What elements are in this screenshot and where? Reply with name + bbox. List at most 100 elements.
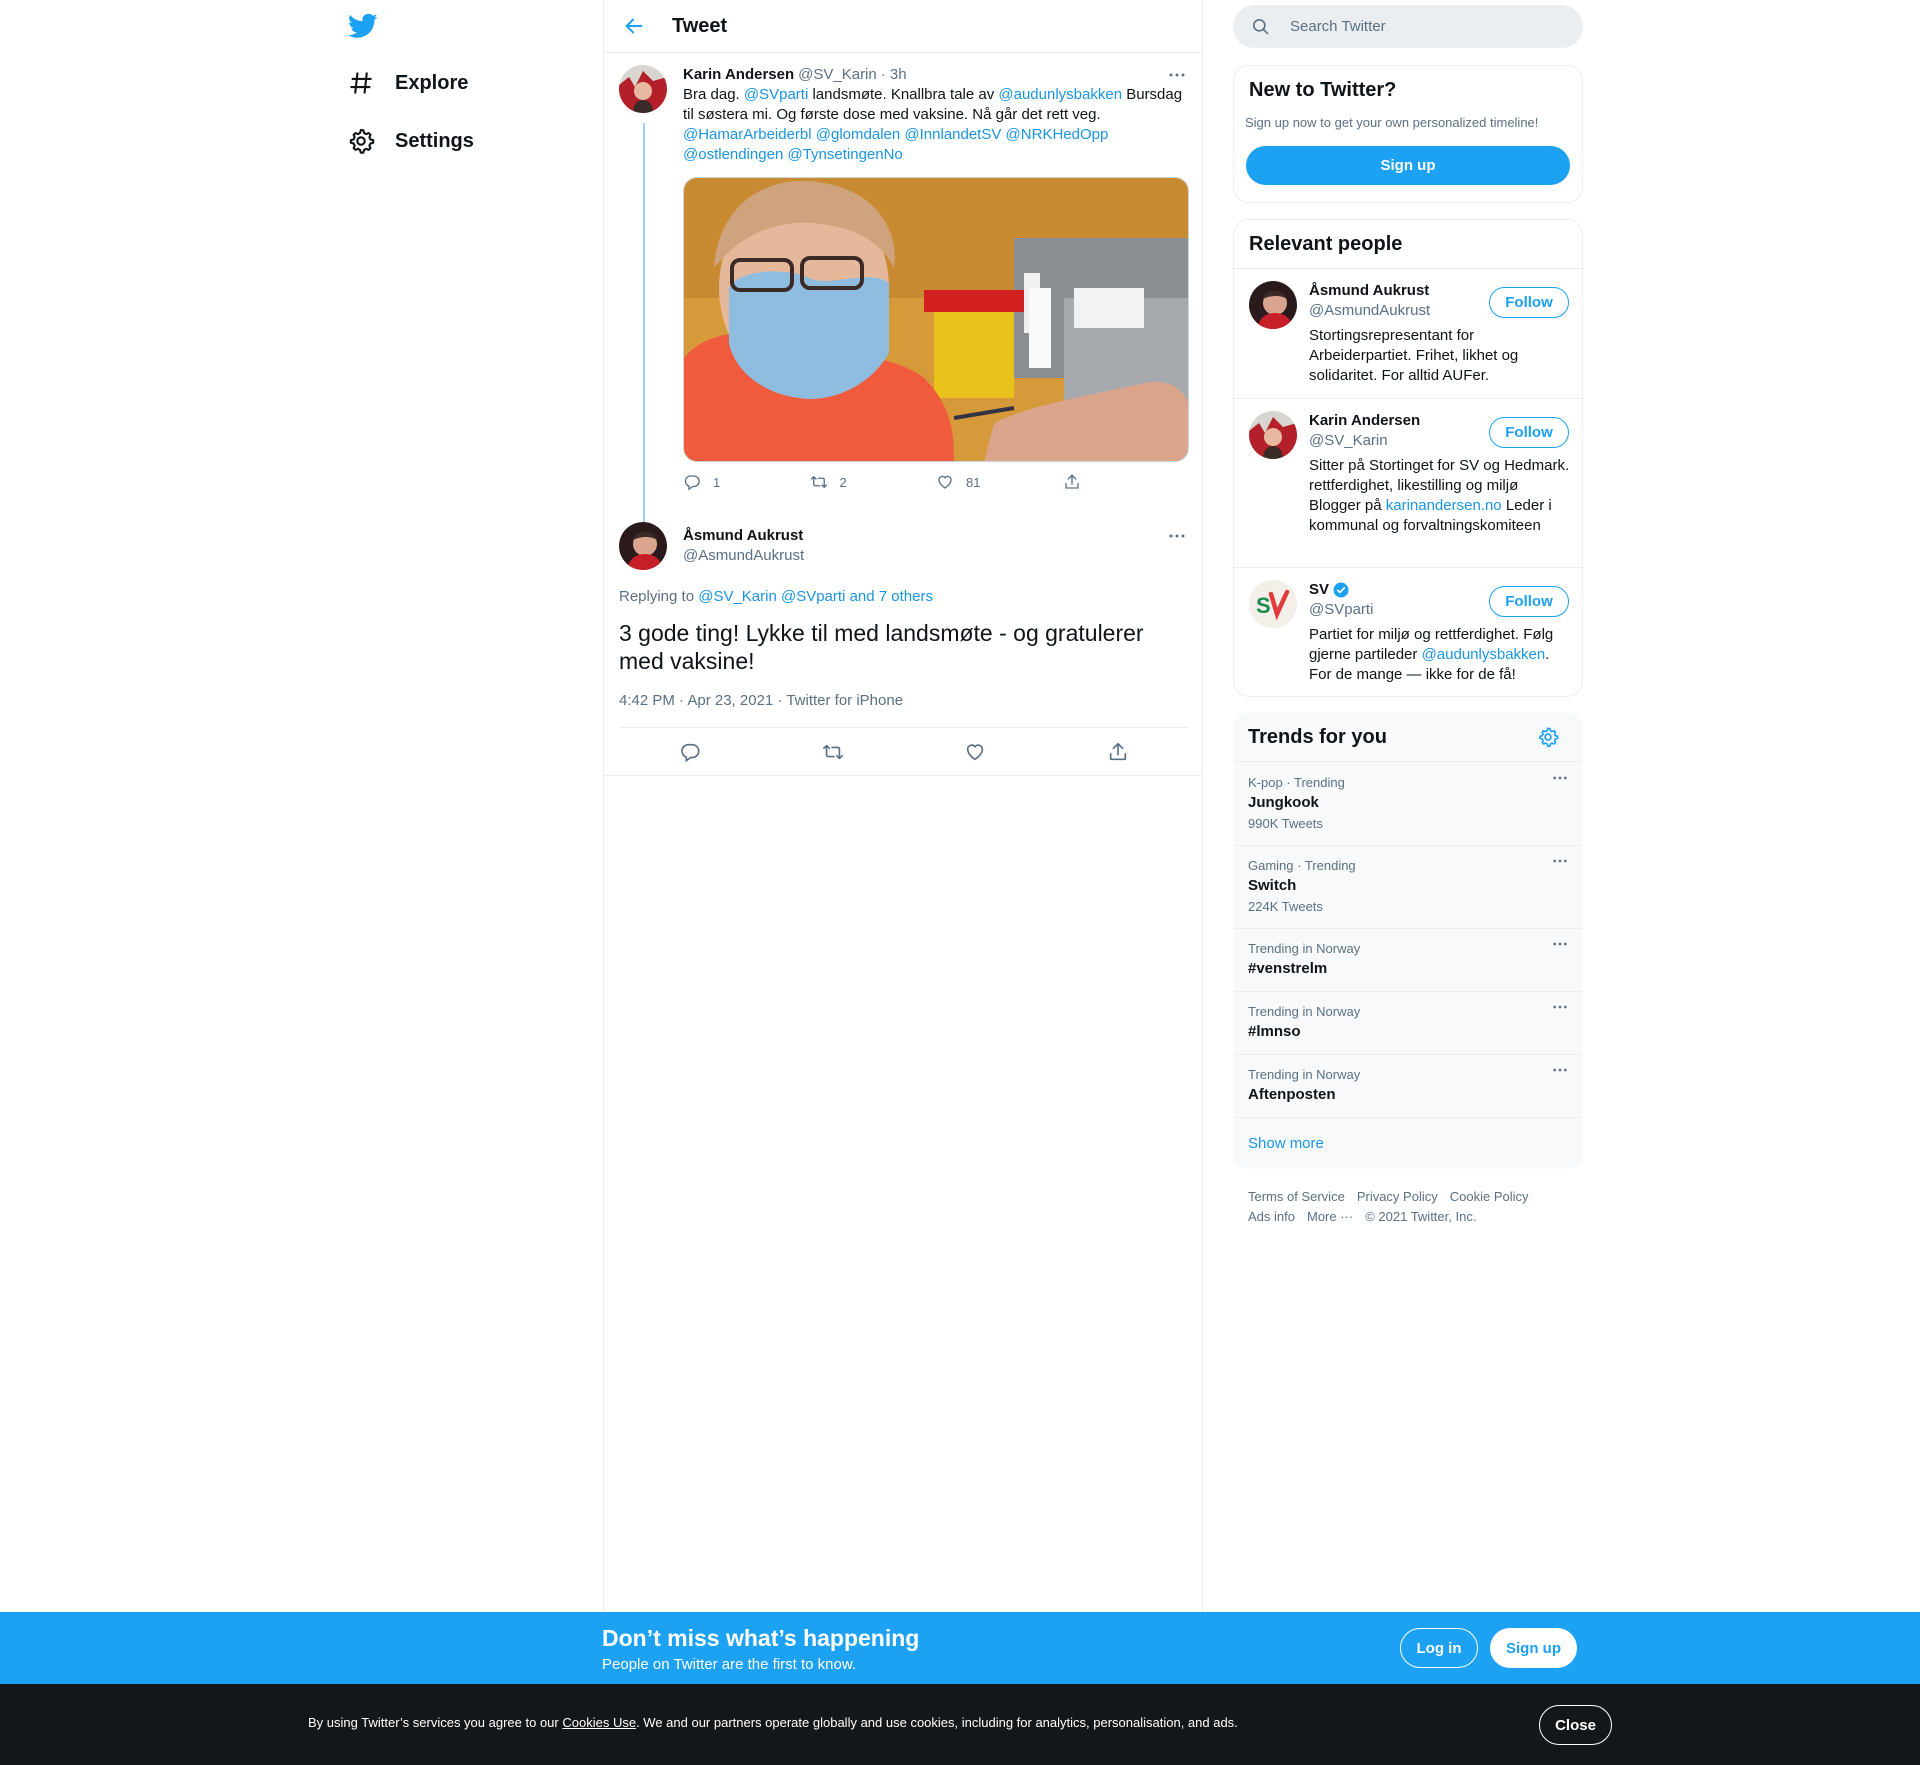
like-count: 81 bbox=[966, 474, 981, 490]
login-button[interactable]: Log in bbox=[1400, 1628, 1478, 1668]
person-item[interactable]: Åsmund Aukrust @AsmundAukrust Follow Sto… bbox=[1234, 269, 1582, 399]
banner-title: Don’t miss what’s happening bbox=[602, 1625, 920, 1651]
signup-banner: Don’t miss what’s happening People on Tw… bbox=[0, 1612, 1920, 1684]
card-title: New to Twitter? bbox=[1249, 79, 1397, 101]
tweet-actions: 1 2 81 bbox=[683, 472, 1189, 492]
mention-link[interactable]: @audunlysbakken bbox=[998, 86, 1122, 103]
avatar[interactable]: S bbox=[1249, 580, 1297, 628]
trend-item[interactable]: Trending in Norway #venstrelm bbox=[1233, 929, 1583, 992]
back-button[interactable] bbox=[614, 6, 654, 46]
avatar[interactable] bbox=[619, 522, 667, 570]
mention-link[interactable]: @NRKHedOpp bbox=[1006, 126, 1109, 143]
mention-link[interactable]: @glomdalen bbox=[816, 126, 900, 143]
retweet-button[interactable]: 2 bbox=[810, 472, 937, 492]
svg-text:S: S bbox=[1256, 593, 1271, 618]
trend-meta: K-pop · Trending bbox=[1248, 775, 1345, 790]
person-name[interactable]: Åsmund Aukrust bbox=[1309, 281, 1429, 301]
twitter-logo-icon[interactable] bbox=[348, 11, 378, 41]
tweet-photo[interactable] bbox=[683, 177, 1189, 462]
gear-icon[interactable] bbox=[1537, 726, 1559, 748]
trend-item[interactable]: Trending in Norway Aftenposten bbox=[1233, 1055, 1583, 1118]
signup-button[interactable]: Sign up bbox=[1490, 1628, 1577, 1668]
person-item[interactable]: S SV @SVparti Follow Partiet for miljø o… bbox=[1234, 568, 1582, 696]
search-input[interactable]: Search Twitter bbox=[1233, 5, 1583, 48]
trend-item[interactable]: Trending in Norway #lmnso bbox=[1233, 992, 1583, 1055]
text-segment: Bra dag. bbox=[683, 86, 744, 103]
mention-link[interactable]: @InnlandetSV bbox=[904, 126, 1001, 143]
mention-link[interactable]: @TynsetingenNo bbox=[787, 146, 902, 163]
person-name[interactable]: Karin Andersen bbox=[1309, 411, 1420, 431]
more-dots-icon[interactable] bbox=[1552, 1004, 1568, 1010]
cookie-policy-link[interactable]: Cookie Policy bbox=[1450, 1187, 1529, 1207]
person-bio: Sitter på Stortinget for SV og Hedmark. … bbox=[1309, 456, 1571, 536]
more-button[interactable] bbox=[1165, 65, 1189, 85]
trend-meta: Trending in Norway bbox=[1248, 1067, 1361, 1082]
show-more-link[interactable]: Show more bbox=[1248, 1135, 1324, 1152]
mention-link[interactable]: @HamarArbeiderbl bbox=[683, 126, 812, 143]
mention-link[interactable]: karinandersen.no bbox=[1386, 497, 1502, 514]
gear-icon bbox=[349, 128, 375, 154]
mention-link[interactable]: @audunlysbakken bbox=[1422, 646, 1546, 663]
signup-button[interactable]: Sign up bbox=[1246, 146, 1570, 185]
relevant-people-card: Relevant people Åsmund Aukrust @AsmundAu… bbox=[1233, 219, 1583, 697]
cookie-suffix: . We and our partners operate globally a… bbox=[636, 1715, 1238, 1730]
person-name[interactable]: SV bbox=[1309, 580, 1350, 600]
trend-item[interactable]: K-pop · Trending Jungkook 990K Tweets bbox=[1233, 763, 1583, 846]
person-item[interactable]: Karin Andersen @SV_Karin Follow Sitter p… bbox=[1234, 399, 1582, 568]
like-button[interactable]: 81 bbox=[936, 472, 1063, 492]
author-name[interactable]: Åsmund Aukrust bbox=[683, 526, 804, 546]
replying-to-link[interactable]: @SV_Karin @SVparti and 7 others bbox=[698, 588, 933, 605]
reply-icon[interactable] bbox=[679, 741, 701, 763]
person-bio: Partiet for miljø og rettferdighet. Følg… bbox=[1309, 625, 1571, 685]
more-dots-icon bbox=[1169, 534, 1185, 538]
avatar[interactable] bbox=[1249, 411, 1297, 459]
tweet-body: Karin Andersen @SV_Karin · 3h Bra dag. @… bbox=[683, 65, 1189, 492]
more-dots-icon[interactable] bbox=[1552, 941, 1568, 947]
tweet-actions bbox=[619, 728, 1189, 776]
follow-button[interactable]: Follow bbox=[1489, 586, 1569, 617]
trends-title: Trends for you bbox=[1248, 726, 1387, 748]
avatar[interactable] bbox=[1249, 281, 1297, 329]
tweet-time[interactable]: · 3h bbox=[881, 65, 907, 85]
card-title: Trends for you bbox=[1233, 713, 1583, 762]
reply-button[interactable]: 1 bbox=[683, 472, 810, 492]
terms-link[interactable]: Terms of Service bbox=[1248, 1187, 1345, 1207]
trend-name: Jungkook bbox=[1248, 794, 1319, 811]
more-link[interactable]: More ··· bbox=[1307, 1207, 1353, 1227]
trend-meta: Gaming · Trending bbox=[1248, 858, 1356, 873]
follow-button[interactable]: Follow bbox=[1489, 287, 1569, 318]
privacy-link[interactable]: Privacy Policy bbox=[1357, 1187, 1438, 1207]
follow-button[interactable]: Follow bbox=[1489, 417, 1569, 448]
like-icon[interactable] bbox=[964, 741, 986, 763]
share-button[interactable] bbox=[1063, 472, 1190, 492]
cookie-prefix: By using Twitter’s services you agree to… bbox=[308, 1715, 563, 1730]
person-handle[interactable]: @SVparti bbox=[1309, 600, 1373, 620]
nav-explore[interactable]: Explore bbox=[347, 57, 468, 109]
person-handle[interactable]: @SV_Karin bbox=[1309, 431, 1388, 451]
more-dots-icon bbox=[1169, 73, 1185, 77]
author-name[interactable]: Karin Andersen bbox=[683, 65, 794, 85]
more-dots-icon[interactable] bbox=[1552, 775, 1568, 781]
more-dots-icon[interactable] bbox=[1552, 1067, 1568, 1073]
share-icon[interactable] bbox=[1107, 741, 1129, 763]
page-header: Tweet bbox=[604, 0, 1202, 53]
cookies-use-link[interactable]: Cookies Use bbox=[562, 1715, 636, 1730]
person-handle[interactable]: @AsmundAukrust bbox=[1309, 301, 1430, 321]
trend-count: 990K Tweets bbox=[1248, 816, 1323, 831]
more-dots-icon[interactable] bbox=[1552, 858, 1568, 864]
ads-info-link[interactable]: Ads info bbox=[1248, 1207, 1295, 1227]
more-button[interactable] bbox=[1165, 526, 1189, 546]
card-title: Relevant people bbox=[1234, 220, 1582, 269]
retweet-icon[interactable] bbox=[822, 741, 844, 763]
card-subtitle: Sign up now to get your own personalized… bbox=[1245, 115, 1539, 130]
mention-link[interactable]: @ostlendingen bbox=[683, 146, 783, 163]
reply-icon bbox=[684, 475, 700, 491]
author-handle[interactable]: @SV_Karin bbox=[798, 65, 877, 85]
close-button[interactable]: Close bbox=[1539, 1705, 1612, 1745]
trend-item[interactable]: Gaming · Trending Switch 224K Tweets bbox=[1233, 846, 1583, 929]
tweet-meta[interactable]: 4:42 PM · Apr 23, 2021 · Twitter for iPh… bbox=[619, 692, 903, 709]
avatar[interactable] bbox=[619, 65, 667, 113]
mention-link[interactable]: @SVparti bbox=[744, 86, 808, 103]
nav-settings[interactable]: Settings bbox=[347, 115, 474, 167]
author-handle[interactable]: @AsmundAukrust bbox=[683, 546, 804, 566]
